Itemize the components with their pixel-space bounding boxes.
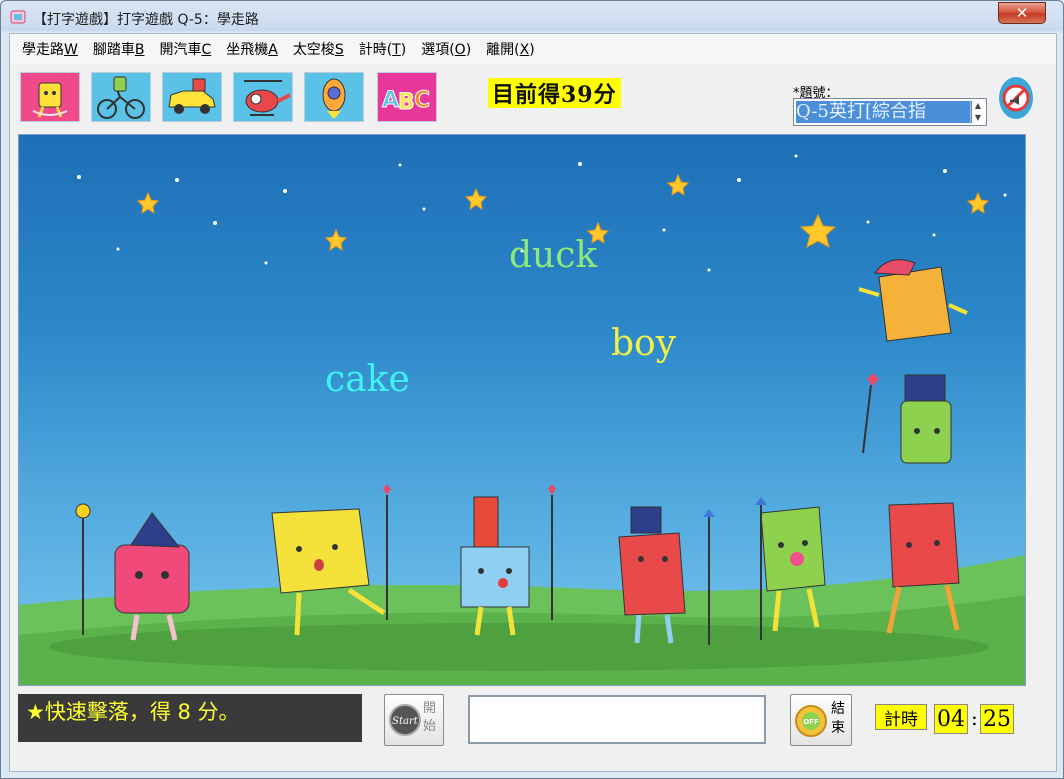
helicopter-icon: [234, 73, 292, 121]
start-label: 開 始: [423, 701, 437, 734]
walking-character-icon: [21, 73, 79, 121]
app-logo-icon: [10, 10, 26, 24]
app-window: 【打字遊戲】打字遊戲 Q-5：學走路 ✕ 學走路W 腳踏車B 開汽車C 坐飛機A 太空梭…: [0, 0, 1064, 779]
falling-word: cake: [325, 359, 410, 400]
rocket-icon: [305, 73, 363, 121]
end-button[interactable]: OFF 結 束: [790, 694, 852, 746]
menu-item-1[interactable]: 腳踏車B: [93, 39, 145, 59]
menu-item-3[interactable]: 坐飛機A: [226, 39, 278, 59]
typing-input[interactable]: [468, 695, 766, 744]
car-icon: [163, 73, 221, 121]
close-button[interactable]: ✕: [998, 2, 1046, 24]
car-mode-button[interactable]: [162, 72, 222, 122]
timer-separator: :: [971, 706, 978, 730]
svg-text:B: B: [398, 90, 415, 115]
timer-minutes: 04: [934, 704, 968, 734]
bicycle-mode-button[interactable]: [91, 72, 151, 122]
power-off-icon: OFF: [795, 705, 827, 737]
timer-seconds: 25: [980, 704, 1014, 734]
client-area: 學走路W 腳踏車B 開汽車C 坐飛機A 太空梭S 計時(T) 選項(O) 離開(X): [9, 33, 1057, 772]
end-label: 結 束: [831, 701, 845, 736]
svg-text:Start: Start: [392, 716, 419, 727]
menu-item-5[interactable]: 計時(T): [359, 39, 407, 59]
start-icon: Start: [389, 704, 421, 736]
title-bar[interactable]: 【打字遊戲】打字遊戲 Q-5：學走路 ✕: [1, 1, 1063, 33]
question-number-stepper[interactable]: Q-5英打[綜合指 ▲ ▼: [793, 98, 987, 126]
menu-item-2[interactable]: 開汽車C: [159, 39, 211, 59]
menu-item-7[interactable]: 離開(X): [486, 39, 535, 59]
start-button[interactable]: Start 開 始: [384, 694, 444, 746]
menu-item-4[interactable]: 太空梭S: [293, 39, 344, 59]
airplane-mode-button[interactable]: [233, 72, 293, 122]
score-text: 目前得39分: [492, 82, 617, 108]
bicycle-icon: [92, 73, 150, 121]
walk-mode-button[interactable]: [20, 72, 80, 122]
menu-bar: 學走路W 腳踏車B 開汽車C 坐飛機A 太空梭S 計時(T) 選項(O) 離開(X): [10, 34, 1056, 64]
timer-label: 計時: [875, 704, 927, 730]
menu-item-0[interactable]: 學走路W: [22, 39, 78, 59]
falling-word: duck: [509, 235, 598, 276]
status-message: ★快速擊落，得 8 分。: [26, 700, 240, 724]
character-tower: [858, 259, 968, 634]
stage-background: [19, 154, 1025, 685]
spin-up-icon[interactable]: ▲: [971, 100, 985, 112]
close-icon: ✕: [1015, 4, 1029, 22]
game-stage[interactable]: duck boy cake: [18, 134, 1026, 686]
score-display: 目前得39分: [488, 78, 621, 108]
question-number-value: Q-5英打[綜合指: [796, 101, 972, 123]
abc-letters-icon: A B C: [378, 73, 436, 121]
svg-text:A: A: [382, 88, 399, 113]
abc-mode-button[interactable]: A B C: [377, 72, 437, 122]
svg-text:C: C: [414, 88, 430, 113]
window-title: 【打字遊戲】打字遊戲 Q-5：學走路: [33, 12, 259, 28]
menu-item-6[interactable]: 選項(O): [421, 39, 471, 59]
mute-sound-button[interactable]: [998, 76, 1034, 120]
svg-text:OFF: OFF: [803, 718, 819, 726]
falling-word: boy: [611, 323, 677, 364]
question-spin-buttons[interactable]: ▲ ▼: [970, 100, 985, 124]
space-shuttle-mode-button[interactable]: [304, 72, 364, 122]
spin-down-icon[interactable]: ▼: [971, 112, 985, 124]
status-message-box: ★快速擊落，得 8 分。: [18, 694, 362, 742]
